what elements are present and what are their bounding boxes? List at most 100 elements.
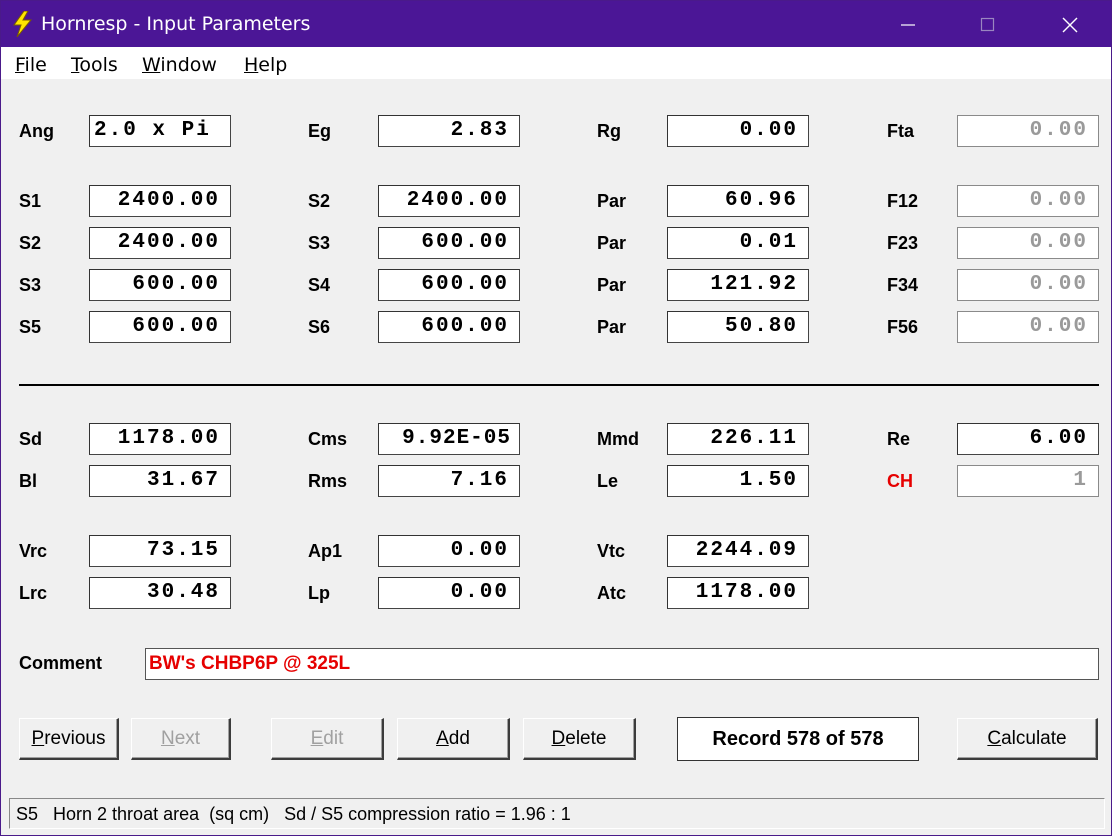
title-bar[interactable]: Hornresp - Input Parameters xyxy=(1,1,1111,47)
r1-f-label: F12 xyxy=(887,191,919,211)
ang-label: Ang xyxy=(19,121,54,141)
fta-label: Fta xyxy=(887,121,914,141)
r4-f-field: 0.00 xyxy=(957,311,1099,343)
lp-field[interactable]: 0.00 xyxy=(378,577,520,609)
delete-mnemonic: D xyxy=(551,728,566,749)
vrc-label: Vrc xyxy=(19,541,48,561)
r2-sa-label: S2 xyxy=(19,233,42,253)
atc-field[interactable]: 1178.00 xyxy=(667,577,809,609)
ap1-field[interactable]: 0.00 xyxy=(378,535,520,567)
r4-sa-label: S5 xyxy=(19,317,42,337)
rms-label: Rms xyxy=(308,471,348,491)
edit-label: dit xyxy=(323,728,344,749)
r2-f-field: 0.00 xyxy=(957,227,1099,259)
r4-par-field[interactable]: 50.80 xyxy=(667,311,809,343)
mmd-field[interactable]: 226.11 xyxy=(667,423,809,455)
previous-mnemonic: P xyxy=(31,728,45,749)
r3-par-label: Par xyxy=(597,275,627,295)
ap1-label: Ap1 xyxy=(308,541,343,561)
maximize-button[interactable] xyxy=(949,1,1029,47)
menu-bar: File Tools Window Help xyxy=(1,47,1111,79)
le-label: Le xyxy=(597,471,619,491)
minimize-icon xyxy=(901,24,915,26)
add-label: dd xyxy=(448,728,470,749)
menu-tools[interactable]: Tools xyxy=(71,54,118,76)
re-field[interactable]: 6.00 xyxy=(957,423,1099,455)
ch-field: 1 xyxy=(957,465,1099,497)
menu-file-label: ile xyxy=(24,54,47,76)
window-title: Hornresp - Input Parameters xyxy=(41,13,311,35)
r2-f-label: F23 xyxy=(887,233,919,253)
r3-f-field: 0.00 xyxy=(957,269,1099,301)
r3-sb-label: S4 xyxy=(308,275,331,295)
r4-par-label: Par xyxy=(597,317,627,337)
r4-sa-field[interactable]: 600.00 xyxy=(89,311,231,343)
menu-file-mnemonic: F xyxy=(15,54,25,76)
lrc-field[interactable]: 30.48 xyxy=(89,577,231,609)
r2-sb-field[interactable]: 600.00 xyxy=(378,227,520,259)
app-window: Hornresp - Input Parameters File Tools W… xyxy=(0,0,1112,836)
eg-label: Eg xyxy=(308,121,332,141)
menu-file[interactable]: File xyxy=(15,54,47,76)
menu-help-mnemonic: H xyxy=(244,54,259,76)
delete-label: elete xyxy=(565,728,607,749)
eg-field[interactable]: 2.83 xyxy=(378,115,520,147)
r1-sa-label: S1 xyxy=(19,191,42,211)
rms-field[interactable]: 7.16 xyxy=(378,465,520,497)
r3-par-field[interactable]: 121.92 xyxy=(667,269,809,301)
menu-tools-label: ools xyxy=(79,54,118,76)
r3-f-label: F34 xyxy=(887,275,919,295)
menu-window-label: indow xyxy=(160,54,217,76)
calculate-button[interactable]: Calculate xyxy=(957,718,1098,760)
edit-button[interactable]: Edit xyxy=(271,718,384,760)
maximize-icon xyxy=(980,17,995,32)
rg-field[interactable]: 0.00 xyxy=(667,115,809,147)
delete-button[interactable]: Delete xyxy=(523,718,636,760)
calculate-label: alculate xyxy=(1001,728,1067,749)
bl-label: Bl xyxy=(19,471,37,491)
sd-field[interactable]: 1178.00 xyxy=(89,423,231,455)
next-label: ext xyxy=(174,728,201,749)
menu-window[interactable]: Window xyxy=(142,54,217,76)
add-button[interactable]: Add xyxy=(397,718,510,760)
ang-field[interactable]: 2.0 x Pi xyxy=(89,115,231,147)
menu-help-label: elp xyxy=(258,54,288,76)
menu-window-mnemonic: W xyxy=(142,54,161,76)
vtc-field[interactable]: 2244.09 xyxy=(667,535,809,567)
comment-field[interactable]: BW's CHBP6P @ 325L xyxy=(145,648,1099,680)
r3-sb-field[interactable]: 600.00 xyxy=(378,269,520,301)
rg-label: Rg xyxy=(597,121,621,141)
mmd-label: Mmd xyxy=(597,429,639,449)
record-counter: Record 578 of 578 xyxy=(677,717,919,761)
previous-button[interactable]: Previous xyxy=(19,718,119,760)
r1-sa-field[interactable]: 2400.00 xyxy=(89,185,231,217)
ch-label[interactable]: CH xyxy=(887,471,913,492)
r1-par-field[interactable]: 60.96 xyxy=(667,185,809,217)
vrc-field[interactable]: 73.15 xyxy=(89,535,231,567)
r1-par-label: Par xyxy=(597,191,627,211)
vtc-label: Vtc xyxy=(597,541,626,561)
close-button[interactable] xyxy=(1031,1,1111,47)
re-label: Re xyxy=(887,429,911,449)
r3-sa-field[interactable]: 600.00 xyxy=(89,269,231,301)
r1-sb-field[interactable]: 2400.00 xyxy=(378,185,520,217)
minimize-button[interactable] xyxy=(869,1,949,47)
section-divider xyxy=(19,384,1099,386)
r2-sb-label: S3 xyxy=(308,233,331,253)
cms-field[interactable]: 9.92E-05 xyxy=(378,423,520,455)
add-mnemonic: A xyxy=(436,728,449,749)
cms-label: Cms xyxy=(308,429,348,449)
sd-label: Sd xyxy=(19,429,43,449)
r2-sa-field[interactable]: 2400.00 xyxy=(89,227,231,259)
fta-field: 0.00 xyxy=(957,115,1099,147)
r2-par-label: Par xyxy=(597,233,627,253)
menu-help[interactable]: Help xyxy=(244,54,287,76)
lightning-bolt-icon[interactable] xyxy=(11,10,33,38)
lrc-label: Lrc xyxy=(19,583,48,603)
next-button[interactable]: Next xyxy=(131,718,231,760)
bl-field[interactable]: 31.67 xyxy=(89,465,231,497)
r4-sb-field[interactable]: 600.00 xyxy=(378,311,520,343)
r2-par-field[interactable]: 0.01 xyxy=(667,227,809,259)
r3-sa-label: S3 xyxy=(19,275,42,295)
le-field[interactable]: 1.50 xyxy=(667,465,809,497)
